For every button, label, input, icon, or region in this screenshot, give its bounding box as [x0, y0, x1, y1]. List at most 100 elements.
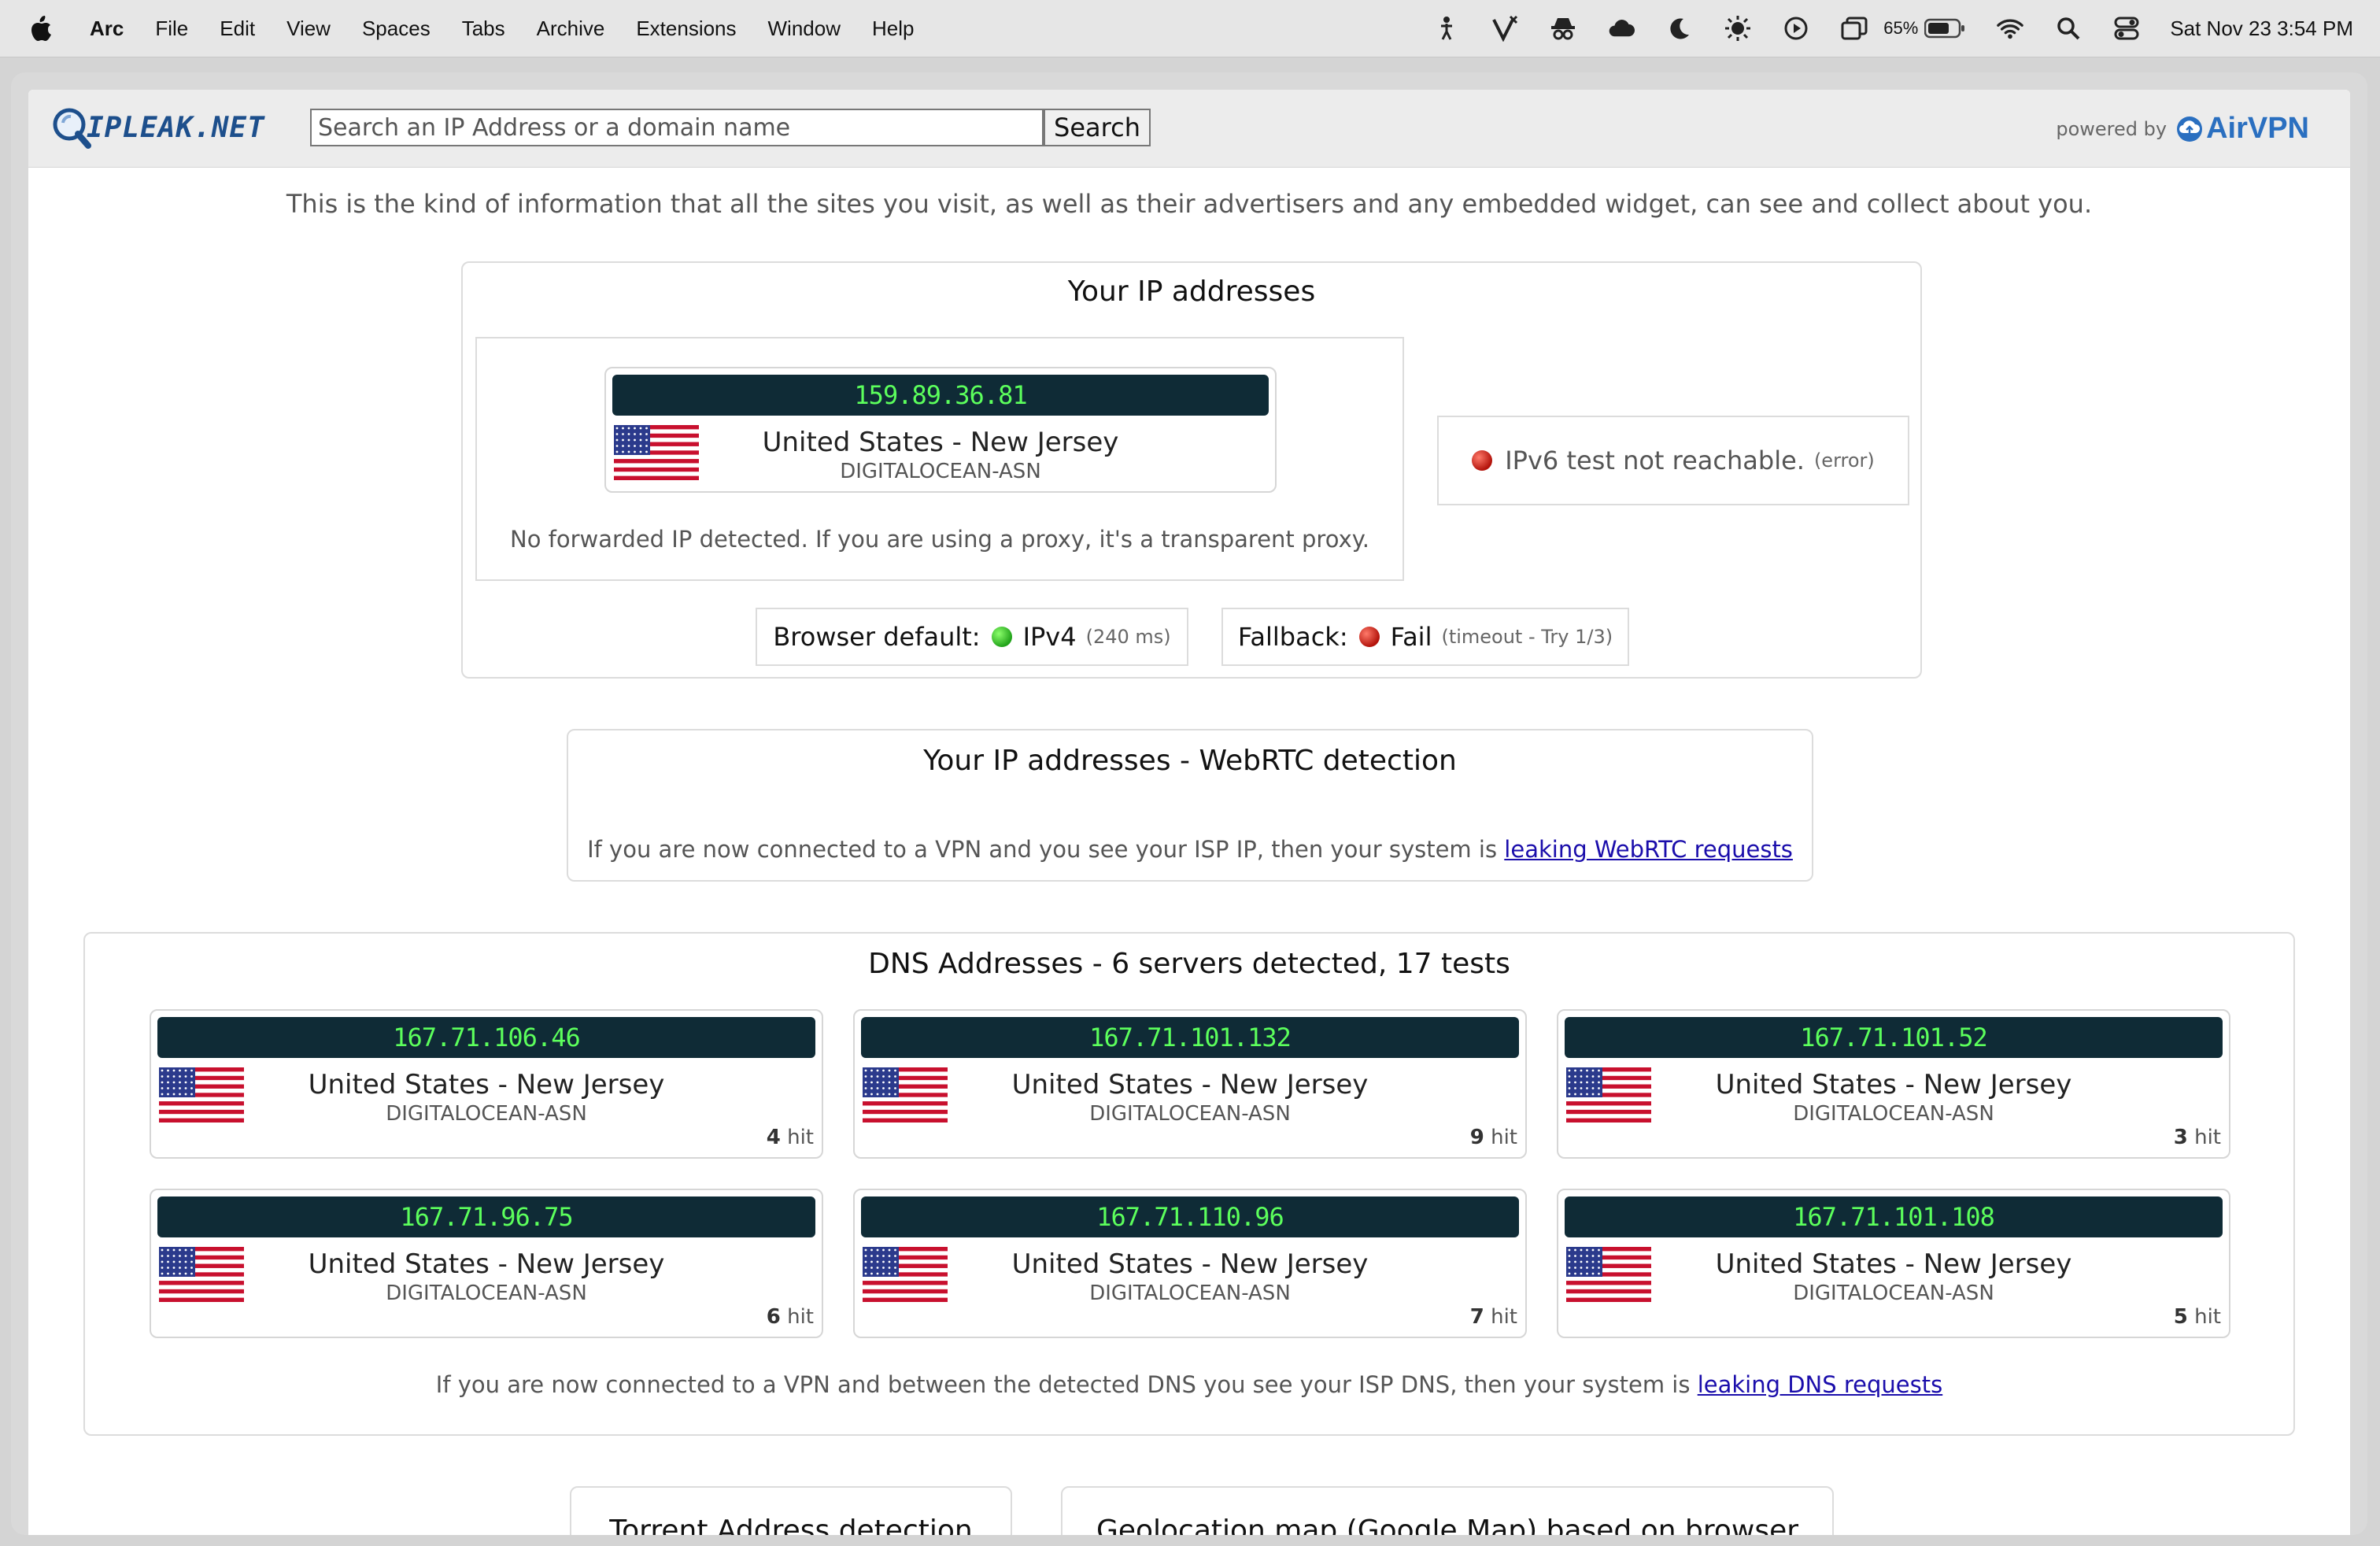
forwarded-ip-note: No forwarded IP detected. If you are usi…	[510, 526, 1369, 553]
dns-asn: DIGITALOCEAN-ASN	[1089, 1282, 1291, 1305]
hit-label: hit	[2194, 1305, 2221, 1329]
geolocation-panel: Geolocation map (Google Map) based on br…	[1061, 1486, 1834, 1535]
search-button[interactable]: Search	[1044, 109, 1151, 146]
dns-hit-count: 5 hit	[2174, 1305, 2221, 1329]
apple-logo-icon[interactable]	[30, 15, 52, 42]
dns-note-text: If you are now connected to a VPN and be…	[435, 1371, 1691, 1398]
menu-edit[interactable]: Edit	[204, 17, 271, 41]
dns-hit-count: 7 hit	[1470, 1305, 1517, 1329]
hit-label: hit	[1491, 1126, 1517, 1149]
fallback-value: Fail	[1390, 622, 1432, 652]
dns-hit-count: 4 hit	[767, 1126, 814, 1149]
ipv4-box: 159.89.36.81 United States - New Jersey …	[475, 337, 1404, 581]
browser-default-box: Browser default: IPv4 (240 ms)	[756, 608, 1188, 666]
incognito-icon[interactable]	[1550, 15, 1576, 42]
menubar-clock[interactable]: Sat Nov 23 3:54 PM	[2170, 17, 2353, 41]
search-input[interactable]	[310, 109, 1044, 146]
dns-location: United States - New Jersey	[1011, 1069, 1369, 1100]
dns-server-card: 167.71.106.46 United States - New Jersey…	[150, 1009, 823, 1159]
dns-server-card: 167.71.101.108 United States - New Jerse…	[1557, 1189, 2230, 1338]
ip-address-display[interactable]: 159.89.36.81	[612, 375, 1269, 416]
site-header: IPLEAK.NET Search powered by AirVPN	[28, 90, 2350, 168]
ip-location: United States - New Jersey	[762, 427, 1119, 458]
dns-location: United States - New Jersey	[308, 1069, 665, 1100]
browser-default-time: (240 ms)	[1085, 626, 1171, 648]
browser-window: IPLEAK.NET Search powered by AirVPN This…	[11, 72, 2367, 1535]
leaking-dns-link[interactable]: leaking DNS requests	[1698, 1371, 1943, 1398]
menu-view[interactable]: View	[271, 17, 346, 41]
status-green-dot-icon	[991, 627, 1012, 647]
ip-addresses-panel: Your IP addresses 159.89.36.81 United St…	[461, 261, 1922, 679]
dns-ip-display[interactable]: 167.71.101.108	[1565, 1196, 2223, 1237]
hit-number: 9	[1469, 1126, 1484, 1149]
accessibility-icon[interactable]	[1433, 15, 1460, 42]
ipleak-logo[interactable]: IPLEAK.NET	[50, 105, 265, 150]
cloud-icon[interactable]	[1608, 15, 1635, 42]
vpn-status-icon[interactable]	[1491, 15, 1518, 42]
menu-file[interactable]: File	[139, 17, 204, 41]
powered-by-label: powered by	[2056, 117, 2168, 140]
ip-asn: DIGITALOCEAN-ASN	[840, 460, 1041, 483]
menu-window[interactable]: Window	[752, 17, 856, 41]
menu-help[interactable]: Help	[856, 17, 929, 41]
fallback-box: Fallback: Fail (timeout - Try 1/3)	[1221, 608, 1629, 666]
powered-by-airvpn[interactable]: powered by AirVPN	[2056, 112, 2309, 146]
dns-title: DNS Addresses - 6 servers detected, 17 t…	[868, 948, 1510, 980]
hit-label: hit	[787, 1305, 814, 1329]
battery-icon[interactable]	[1924, 15, 1965, 42]
menu-app-arc[interactable]: Arc	[90, 17, 139, 41]
leaking-webrtc-link[interactable]: leaking WebRTC requests	[1504, 836, 1793, 863]
dns-asn: DIGITALOCEAN-ASN	[1793, 1282, 1994, 1305]
spotlight-search-icon[interactable]	[2055, 15, 2082, 42]
dns-ip-display[interactable]: 167.71.110.96	[861, 1196, 1519, 1237]
ip-panel-title: Your IP addresses	[1067, 276, 1316, 308]
menu-extensions[interactable]: Extensions	[620, 17, 752, 41]
screen-mirroring-icon[interactable]	[1841, 15, 1868, 42]
brightness-icon[interactable]	[1724, 15, 1751, 42]
dns-location: United States - New Jersey	[1715, 1069, 2072, 1100]
hit-label: hit	[1491, 1305, 1517, 1329]
intro-text: This is the kind of information that all…	[286, 189, 2093, 219]
dns-server-card: 167.71.96.75 United States - New Jersey …	[150, 1189, 823, 1338]
hit-number: 4	[766, 1126, 781, 1149]
dns-asn: DIGITALOCEAN-ASN	[1089, 1102, 1291, 1126]
webrtc-note: If you are now connected to a VPN and yo…	[568, 836, 1812, 863]
web-page: IPLEAK.NET Search powered by AirVPN This…	[28, 90, 2350, 1535]
fallback-note: (timeout - Try 1/3)	[1441, 626, 1613, 648]
dns-hit-count: 9 hit	[1470, 1126, 1517, 1149]
airvpn-brand: AirVPN	[2206, 112, 2309, 145]
menu-tabs[interactable]: Tabs	[446, 17, 521, 41]
status-red-dot-icon	[1358, 627, 1380, 647]
ipv6-status-text: IPv6 test not reachable.	[1505, 446, 1805, 475]
dns-server-card: 167.71.101.52 United States - New Jersey…	[1557, 1009, 2230, 1159]
dns-server-card: 167.71.110.96 United States - New Jersey…	[853, 1189, 1527, 1338]
hit-number: 7	[1469, 1305, 1484, 1329]
hit-label: hit	[787, 1126, 814, 1149]
browser-default-value: IPv4	[1022, 622, 1077, 652]
dns-location: United States - New Jersey	[308, 1248, 665, 1280]
dns-hit-count: 6 hit	[767, 1305, 814, 1329]
webrtc-note-text: If you are now connected to a VPN and yo…	[587, 836, 1498, 863]
webrtc-title: Your IP addresses - WebRTC detection	[923, 745, 1457, 777]
geolocation-title: Geolocation map (Google Map) based on br…	[1096, 1515, 1799, 1535]
hit-number: 3	[2173, 1126, 2188, 1149]
dns-note: If you are now connected to a VPN and be…	[85, 1371, 2293, 1398]
dns-ip-display[interactable]: 167.71.101.52	[1565, 1017, 2223, 1058]
wifi-icon[interactable]	[1997, 15, 2024, 42]
dns-ip-display[interactable]: 167.71.96.75	[157, 1196, 815, 1237]
do-not-disturb-moon-icon[interactable]	[1666, 15, 1693, 42]
hit-number: 5	[2173, 1305, 2188, 1329]
dns-location: United States - New Jersey	[1715, 1248, 2072, 1280]
play-circle-icon[interactable]	[1783, 15, 1809, 42]
ipv4-card: 159.89.36.81 United States - New Jersey …	[604, 367, 1277, 493]
dns-asn: DIGITALOCEAN-ASN	[386, 1282, 587, 1305]
magnifier-logo-icon	[53, 108, 91, 149]
control-center-icon[interactable]	[2113, 15, 2140, 42]
dns-ip-display[interactable]: 167.71.106.46	[157, 1017, 815, 1058]
dns-ip-display[interactable]: 167.71.101.132	[861, 1017, 1519, 1058]
menu-archive[interactable]: Archive	[521, 17, 621, 41]
fallback-label: Fallback:	[1237, 622, 1348, 652]
menu-spaces[interactable]: Spaces	[346, 17, 446, 41]
dns-asn: DIGITALOCEAN-ASN	[386, 1102, 587, 1126]
battery-percentage: 65%	[1883, 18, 1919, 38]
